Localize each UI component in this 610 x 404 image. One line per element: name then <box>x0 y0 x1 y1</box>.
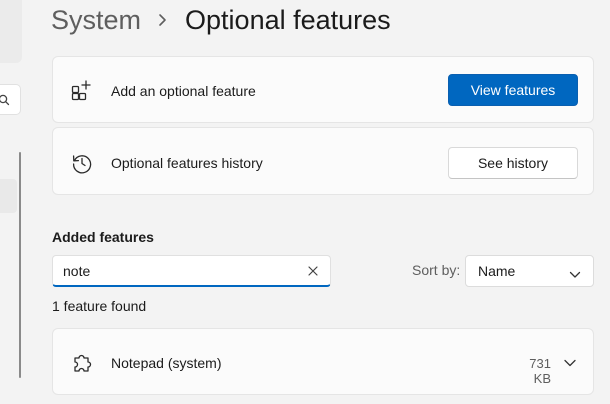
chevron-down-icon <box>569 266 581 284</box>
sidebar <box>0 0 22 404</box>
puzzle-icon <box>70 351 94 375</box>
sidebar-scrollbar[interactable] <box>19 152 21 378</box>
add-optional-feature-label: Add an optional feature <box>111 83 256 99</box>
sidebar-user-card[interactable] <box>0 0 22 63</box>
optional-features-history-card: Optional features history See history <box>52 127 594 195</box>
feature-search-box[interactable] <box>52 255 331 287</box>
added-features-heading: Added features <box>52 229 154 245</box>
sidebar-item-system[interactable] <box>0 179 17 213</box>
chevron-down-icon[interactable] <box>561 354 579 372</box>
feature-name: Notepad (system) <box>111 355 222 371</box>
sort-by-value: Name <box>478 263 516 279</box>
sort-by-label: Sort by: <box>412 262 461 278</box>
feature-list-item[interactable]: Notepad (system) 731 KB <box>52 328 594 395</box>
chevron-right-icon <box>158 13 168 27</box>
history-icon <box>70 151 94 175</box>
breadcrumb-parent-link[interactable]: System <box>51 5 141 36</box>
breadcrumb: System Optional features <box>51 2 391 38</box>
sort-by-dropdown[interactable]: Name <box>465 255 594 287</box>
page-title: Optional features <box>185 4 391 35</box>
apps-add-icon <box>70 79 94 103</box>
sidebar-search-box[interactable] <box>0 84 21 115</box>
optional-features-history-label: Optional features history <box>111 155 263 171</box>
see-history-button[interactable]: See history <box>448 147 578 179</box>
view-features-button[interactable]: View features <box>448 74 578 106</box>
add-optional-feature-card: Add an optional feature View features <box>52 56 594 123</box>
feature-size: 731 KB <box>529 356 551 386</box>
search-icon <box>0 94 10 106</box>
close-icon[interactable] <box>306 264 320 278</box>
result-count: 1 feature found <box>52 298 147 314</box>
feature-search-input[interactable] <box>63 261 293 281</box>
